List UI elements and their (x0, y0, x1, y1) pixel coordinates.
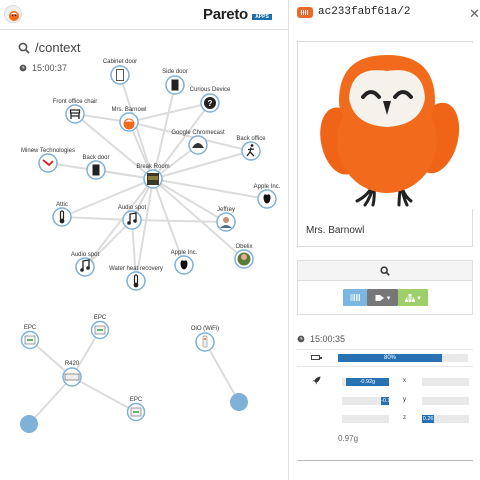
detail-time-value: 15:00:35 (310, 334, 346, 344)
barcode-icon (350, 294, 360, 301)
brand-badge: APPS (252, 14, 272, 20)
search-icon[interactable] (380, 265, 390, 276)
node-label: EPC (130, 397, 143, 403)
tag-icon (375, 294, 384, 301)
graph-node[interactable]: Cabinet door (103, 59, 137, 85)
device-name: Mrs. Barnowl (306, 225, 365, 236)
graph-node[interactable]: Front office chair (53, 99, 98, 124)
graph-node[interactable]: Audio spot (118, 205, 147, 230)
graph-node-blank[interactable] (230, 393, 248, 411)
graph-node[interactable]: Jeffrey (216, 207, 236, 232)
accel-z-fill: 0.26 (422, 415, 435, 423)
app-logo-icon[interactable] (4, 5, 22, 23)
accel-y-bar (422, 397, 469, 405)
battery-icon (311, 355, 322, 360)
graph-node[interactable]: EPC (126, 397, 146, 422)
node-label: Apple Inc. (171, 250, 198, 256)
accel-z-label: z (403, 415, 406, 421)
accel-y-fill: -0.1 (381, 397, 389, 405)
node-label: Mrs. Barnowl (111, 107, 146, 113)
graph-node[interactable]: Side door (162, 69, 188, 95)
node-label: Break Room (136, 164, 169, 170)
node-label: Apple Inc. (254, 184, 281, 190)
accel-y-label: y (403, 397, 406, 403)
node-label: Side door (162, 69, 188, 75)
brand-name: Pareto (203, 6, 248, 23)
graph-node[interactable]: Water heat recovery (109, 266, 163, 291)
node-label: Water heat recovery (109, 266, 163, 272)
node-label: Google Chromecast (171, 130, 225, 136)
node-label: EPC (24, 325, 37, 331)
barcode-filter-button[interactable] (343, 289, 367, 306)
close-icon[interactable]: ✕ (469, 7, 480, 20)
graph-node-blank[interactable] (20, 415, 38, 433)
graph-node[interactable]: Minew Technologies (21, 148, 75, 173)
node-label: Attic (56, 202, 68, 208)
accel-magnitude: 0.97g (338, 434, 359, 443)
tags-filter-button[interactable]: ▾ (367, 289, 398, 306)
device-id: ac233fabf61a/2 (318, 6, 411, 18)
graph-node[interactable]: ? Curious Device (190, 87, 231, 113)
battery-bar: 80% (338, 354, 468, 362)
graph-node[interactable]: EPC (90, 315, 110, 340)
battery-row: 80% (297, 349, 473, 367)
node-label: Back office (236, 136, 266, 142)
accel-x-label: x (403, 378, 406, 384)
search-bar[interactable] (297, 260, 473, 281)
clock-icon (297, 335, 305, 343)
filter-toolbar: ▾ ▾ (297, 281, 473, 315)
accel-x-fill: -0.92g (345, 378, 389, 386)
graph-node[interactable]: Back door (82, 155, 110, 180)
graph-node[interactable]: Apple Inc. (171, 250, 198, 275)
detail-timestamp: 15:00:35 (297, 334, 345, 344)
node-label: Obelix (235, 244, 252, 250)
graph-node[interactable]: Audio spot (71, 252, 100, 277)
node-label: Audio spot (71, 252, 100, 258)
owl-photo (299, 43, 473, 209)
accel-z-ghost-bar (342, 415, 389, 423)
accel-x-bar: -0.92g (342, 378, 389, 386)
graph-node[interactable]: EPC (20, 325, 40, 350)
hierarchy-filter-button[interactable]: ▾ (398, 289, 428, 306)
node-label: Minew Technologies (21, 148, 75, 154)
panel-divider (288, 0, 289, 480)
svg-text:?: ? (208, 99, 213, 108)
graph-node[interactable]: R420 (62, 361, 82, 387)
node-label: Curious Device (190, 87, 231, 93)
accel-x-ghost-bar (422, 378, 469, 386)
barcode-icon (297, 6, 313, 18)
chevron-down-icon: ▾ (417, 294, 421, 302)
bottom-divider (297, 460, 473, 461)
battery-fill: 80% (338, 354, 442, 362)
graph-node[interactable]: Apple Inc. (254, 184, 281, 209)
node-label: EPC (94, 315, 107, 321)
node-label: Back door (82, 155, 109, 161)
app-header: Pareto APPS (0, 0, 288, 30)
node-label: Jeffrey (217, 207, 235, 213)
device-photo-card: Mrs. Barnowl (297, 41, 473, 247)
detail-header: ac233fabf61a/2 (297, 6, 410, 18)
accel-z-bar: 0.26 (422, 415, 469, 423)
graph-node[interactable]: Attic (52, 202, 72, 227)
node-label: Cabinet door (103, 59, 137, 65)
node-label: R420 (65, 361, 80, 367)
node-label: Front office chair (53, 99, 98, 105)
context-graph[interactable]: Cabinet door Side door ? Curious Device … (0, 30, 288, 480)
node-label: Audio spot (118, 205, 147, 211)
graph-node[interactable]: OiO (WiFi) (191, 326, 219, 352)
chevron-down-icon: ▾ (386, 294, 391, 302)
graph-node[interactable]: Obelix (234, 244, 254, 269)
sitemap-icon (405, 293, 416, 302)
rocket-icon (312, 376, 321, 387)
node-label: OiO (WiFi) (191, 326, 219, 332)
